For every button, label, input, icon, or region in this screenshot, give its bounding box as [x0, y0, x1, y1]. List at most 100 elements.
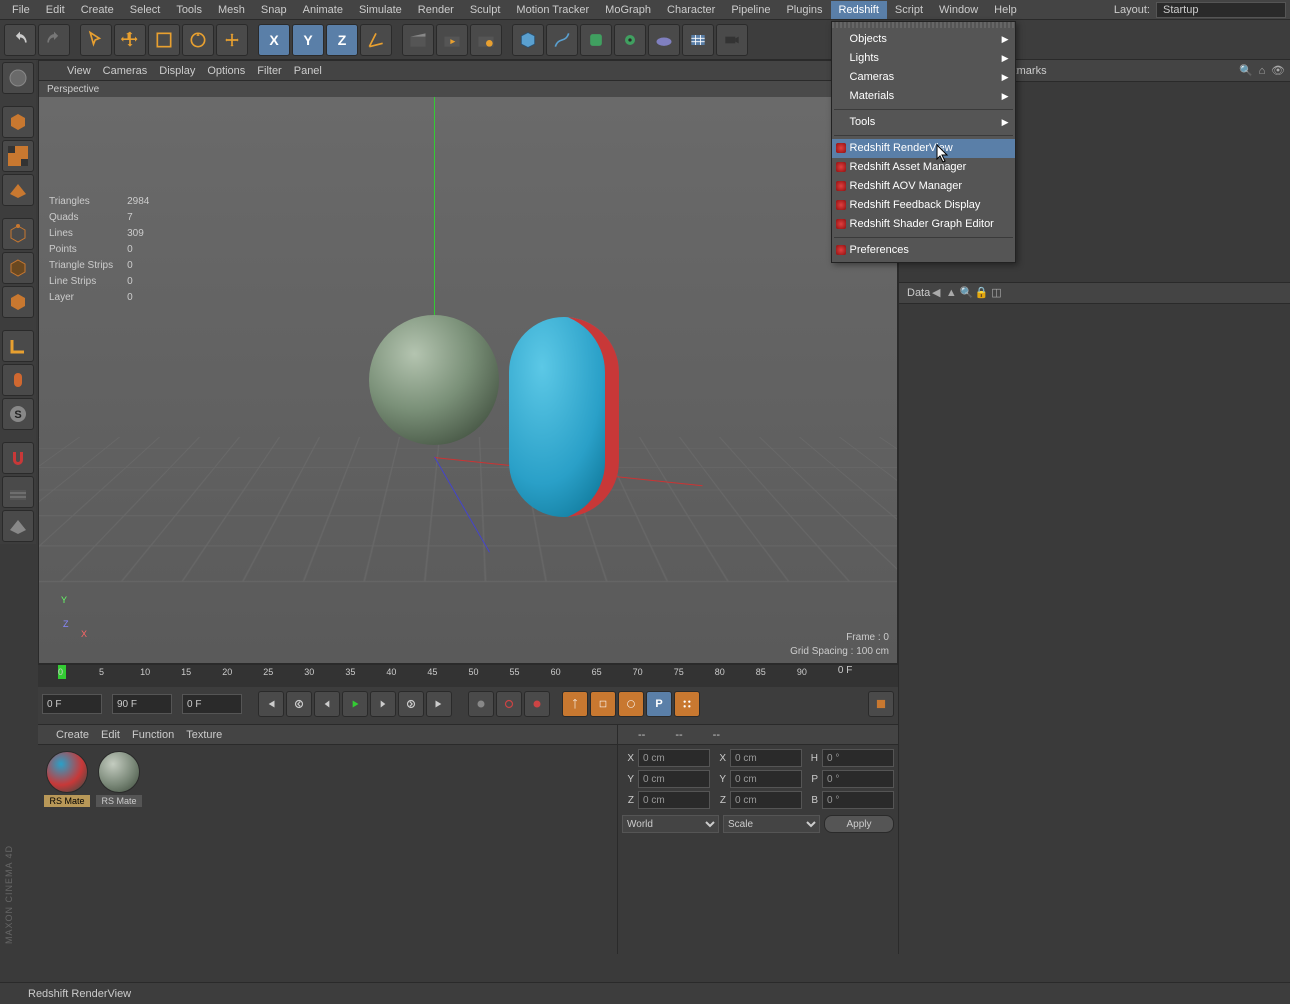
undo-button[interactable] — [4, 24, 36, 56]
vp-menu-filter[interactable]: Filter — [257, 65, 281, 77]
workplane-button[interactable] — [2, 174, 34, 206]
key-scale-button[interactable] — [590, 691, 616, 717]
dd-objects[interactable]: Objects▶ — [832, 30, 1015, 49]
menu-simulate[interactable]: Simulate — [351, 1, 410, 19]
dd-materials[interactable]: Materials▶ — [832, 87, 1015, 106]
render-settings-button[interactable] — [470, 24, 502, 56]
z-axis-lock[interactable]: Z — [326, 24, 358, 56]
next-frame-button[interactable] — [370, 691, 396, 717]
next-key-button[interactable] — [398, 691, 424, 717]
coord-h-rot-field[interactable] — [822, 749, 894, 767]
vp-menu-display[interactable]: Display — [159, 65, 195, 77]
scale-tool[interactable] — [148, 24, 180, 56]
play-button[interactable] — [342, 691, 368, 717]
dd-renderview[interactable]: Redshift RenderView — [832, 139, 1015, 158]
menu-script[interactable]: Script — [887, 1, 931, 19]
menu-animate[interactable]: Animate — [295, 1, 351, 19]
texture-mode-button[interactable] — [2, 140, 34, 172]
dd-cameras[interactable]: Cameras▶ — [832, 68, 1015, 87]
object-mode-button[interactable] — [2, 106, 34, 138]
viewport-solo-button[interactable] — [2, 364, 34, 396]
deformer-button[interactable] — [614, 24, 646, 56]
goto-end-button[interactable] — [426, 691, 452, 717]
mat-menu-function[interactable]: Function — [132, 729, 174, 741]
menu-tools[interactable]: Tools — [168, 1, 210, 19]
coord-system-button[interactable] — [360, 24, 392, 56]
menu-edit[interactable]: Edit — [38, 1, 73, 19]
capsule-object[interactable] — [509, 317, 619, 517]
material-swatch[interactable]: RS Mate — [44, 751, 90, 807]
dd-tools[interactable]: Tools▶ — [832, 113, 1015, 132]
material-list[interactable]: RS Mate RS Mate — [38, 745, 617, 954]
key-pla-button[interactable] — [674, 691, 700, 717]
axis-button[interactable] — [2, 330, 34, 362]
eye-icon[interactable]: 👁 — [1272, 65, 1284, 77]
menu-mograph[interactable]: MoGraph — [597, 1, 659, 19]
poly-mode-button[interactable] — [2, 286, 34, 318]
camera-button[interactable] — [682, 24, 714, 56]
material-name-label[interactable]: RS Mate — [96, 795, 142, 807]
material-swatch[interactable]: RS Mate — [96, 751, 142, 807]
dd-lights[interactable]: Lights▶ — [832, 49, 1015, 68]
menu-create[interactable]: Create — [73, 1, 122, 19]
sphere-object[interactable] — [369, 315, 499, 445]
menu-motiontracker[interactable]: Motion Tracker — [508, 1, 597, 19]
goto-start-button[interactable] — [258, 691, 284, 717]
search-icon[interactable]: 🔍 — [1240, 65, 1252, 77]
y-axis-lock[interactable]: Y — [292, 24, 324, 56]
light-button[interactable] — [716, 24, 748, 56]
coord-mode-select[interactable]: Scale — [723, 815, 820, 833]
menu-character[interactable]: Character — [659, 1, 723, 19]
menu-help[interactable]: Help — [986, 1, 1025, 19]
mat-menu-texture[interactable]: Texture — [186, 729, 222, 741]
mat-menu-create[interactable]: Create — [56, 729, 89, 741]
new-window-icon[interactable]: ◫ — [991, 287, 1003, 299]
menu-file[interactable]: File — [4, 1, 38, 19]
workplane-snap-button[interactable] — [2, 476, 34, 508]
dd-feedback[interactable]: Redshift Feedback Display — [832, 196, 1015, 215]
vp-menu-options[interactable]: Options — [207, 65, 245, 77]
mat-menu-edit[interactable]: Edit — [101, 729, 120, 741]
environment-button[interactable] — [648, 24, 680, 56]
render-pv-button[interactable] — [436, 24, 468, 56]
viewport-3d-canvas[interactable]: Triangles2984 Quads7 Lines309 Points0 Tr… — [39, 97, 897, 663]
menu-plugins[interactable]: Plugins — [778, 1, 830, 19]
select-tool[interactable] — [80, 24, 112, 56]
home-icon[interactable]: ⌂ — [1256, 65, 1268, 77]
menu-pipeline[interactable]: Pipeline — [723, 1, 778, 19]
spline-button[interactable] — [546, 24, 578, 56]
menu-select[interactable]: Select — [122, 1, 169, 19]
coord-z-pos-field[interactable] — [638, 791, 710, 809]
animation-button[interactable] — [868, 691, 894, 717]
lock-icon[interactable]: 🔒 — [975, 287, 987, 299]
coord-x-size-field[interactable] — [730, 749, 802, 767]
key-pos-button[interactable] — [562, 691, 588, 717]
record-button[interactable] — [468, 691, 494, 717]
timeline-ruler[interactable]: 0 5 10 15 20 25 30 35 40 45 50 55 60 65 … — [38, 665, 898, 687]
nav-up-icon[interactable]: ▲ — [945, 287, 957, 299]
menu-window[interactable]: Window — [931, 1, 986, 19]
vp-menu-panel[interactable]: Panel — [294, 65, 322, 77]
coord-z-size-field[interactable] — [730, 791, 802, 809]
point-mode-button[interactable] — [2, 218, 34, 250]
material-name-label[interactable]: RS Mate — [44, 795, 90, 807]
dd-preferences[interactable]: Preferences — [832, 241, 1015, 260]
layout-select[interactable]: Startup — [1156, 2, 1286, 18]
dd-assetmanager[interactable]: Redshift Asset Manager — [832, 158, 1015, 177]
coord-y-pos-field[interactable] — [638, 770, 710, 788]
current-frame-field[interactable] — [182, 694, 242, 714]
rotate-tool[interactable] — [182, 24, 214, 56]
attribute-tab-label[interactable]: Data — [907, 287, 930, 299]
model-mode-button[interactable] — [2, 62, 34, 94]
range-start-field[interactable] — [42, 694, 102, 714]
coord-p-rot-field[interactable] — [822, 770, 894, 788]
coord-space-select[interactable]: World — [622, 815, 719, 833]
menu-sculpt[interactable]: Sculpt — [462, 1, 509, 19]
dropdown-grip[interactable] — [832, 22, 1015, 28]
vp-menu-view[interactable]: View — [67, 65, 91, 77]
prev-frame-button[interactable] — [314, 691, 340, 717]
autokey-button[interactable] — [496, 691, 522, 717]
coord-b-rot-field[interactable] — [822, 791, 894, 809]
menu-render[interactable]: Render — [410, 1, 462, 19]
move-tool[interactable] — [114, 24, 146, 56]
